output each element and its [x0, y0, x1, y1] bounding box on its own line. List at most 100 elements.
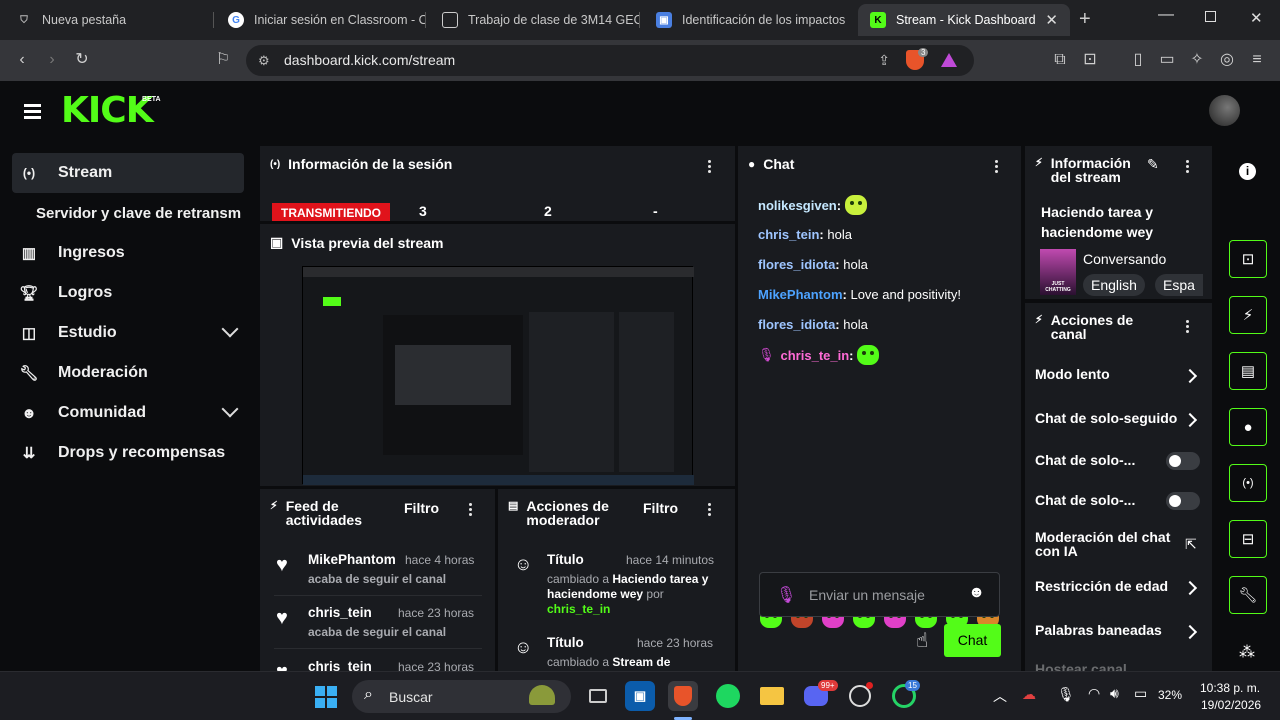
- close-window-icon[interactable]: ✕: [1250, 9, 1263, 27]
- brave-rewards-icon[interactable]: [941, 53, 957, 67]
- emoji-picker-icon[interactable]: ☻: [968, 584, 985, 602]
- address-bar[interactable]: ⚙ dashboard.kick.com/stream ⇪: [246, 45, 974, 76]
- chevron-up-icon[interactable]: ︿: [993, 686, 1007, 706]
- forward-icon[interactable]: ›: [42, 50, 62, 70]
- action-followers-only[interactable]: Chat de solo-seguido: [1035, 410, 1205, 430]
- taskbar-search[interactable]: ⌕ Buscar: [352, 680, 571, 713]
- battery-icon[interactable]: ▭: [1134, 685, 1147, 702]
- site-info-icon[interactable]: ⚙: [258, 45, 270, 76]
- task-view-icon[interactable]: [583, 681, 613, 711]
- notes-icon[interactable]: ▤: [1229, 352, 1267, 390]
- close-tab-icon[interactable]: ✕: [1045, 11, 1058, 29]
- sidebar-item-server-key[interactable]: Servidor y clave de retransm: [36, 193, 258, 233]
- broadcast-icon[interactable]: (•): [1229, 464, 1267, 502]
- more-options-icon[interactable]: [1186, 160, 1190, 174]
- chat-username[interactable]: nolikesgiven: [758, 198, 837, 213]
- reload-icon[interactable]: ↻: [72, 50, 92, 70]
- action-ai-moderation[interactable]: Moderación del chat con IA ⇱: [1035, 530, 1205, 562]
- chevron-down-icon[interactable]: [221, 400, 239, 418]
- wifi-icon[interactable]: ◠: [1088, 685, 1100, 702]
- more-options-icon[interactable]: [708, 160, 712, 174]
- more-options-icon[interactable]: [708, 503, 712, 517]
- sidebar-item-logros[interactable]: 🏆︎ Logros: [12, 273, 244, 313]
- action-banned-words[interactable]: Palabras baneadas: [1035, 622, 1205, 642]
- follower-name[interactable]: chris_tein: [308, 605, 372, 620]
- menu-icon[interactable]: ≡: [1247, 50, 1267, 70]
- moderator-name[interactable]: chris_te_in: [547, 602, 610, 616]
- sidebar-item-drops[interactable]: ⇊ Drops y recompensas: [12, 433, 244, 473]
- new-tab-icon[interactable]: +: [1079, 8, 1091, 31]
- chat-bubble-icon: ●: [748, 157, 756, 171]
- follower-name[interactable]: chris_tein: [308, 659, 372, 671]
- chat-username[interactable]: chris_te_in: [781, 348, 850, 363]
- clock-time[interactable]: 10:38 p. m.: [1200, 681, 1260, 695]
- tag-english[interactable]: English: [1083, 274, 1145, 296]
- app-icon[interactable]: ▣: [625, 681, 655, 711]
- clock-date[interactable]: 19/02/2026: [1201, 698, 1261, 712]
- tag-espanol[interactable]: Espa: [1155, 274, 1203, 296]
- minimize-icon[interactable]: —: [1158, 6, 1174, 24]
- kick-logo[interactable]: KICK: [61, 93, 154, 129]
- vpn-icon[interactable]: ◎: [1217, 50, 1237, 70]
- back-icon[interactable]: ‹: [12, 50, 32, 70]
- chat-bubble-icon[interactable]: ●: [1229, 408, 1267, 446]
- apps-icon[interactable]: ⁂: [1239, 642, 1255, 662]
- volume-icon[interactable]: 🔊︎: [1110, 685, 1119, 702]
- action-age-restriction[interactable]: Restricción de edad: [1035, 578, 1205, 598]
- chevron-down-icon[interactable]: [221, 320, 239, 338]
- tab-classroom-work[interactable]: Trabajo de clase de 3M14 GEO: [430, 4, 640, 36]
- antivirus-icon[interactable]: ☁: [1022, 686, 1036, 703]
- stream-preview-video[interactable]: [302, 266, 694, 485]
- sidebar-item-comunidad[interactable]: ☻ Comunidad: [12, 393, 244, 433]
- sidebar-item-ingresos[interactable]: ▥ Ingresos: [12, 233, 244, 273]
- hamburger-menu-icon[interactable]: [24, 104, 41, 119]
- tab-kick-dashboard[interactable]: K Stream - Kick Dashboard ✕: [858, 4, 1070, 36]
- maximize-icon[interactable]: [1205, 11, 1216, 22]
- bookmark-icon[interactable]: ⚐: [213, 50, 233, 70]
- filter-button[interactable]: Filtro: [404, 500, 439, 516]
- share-icon[interactable]: ⇪: [878, 45, 890, 76]
- chat-username[interactable]: MikePhantom: [758, 287, 843, 302]
- more-options-icon[interactable]: [469, 503, 473, 517]
- tab-new-tab[interactable]: ⛉ Nueva pestaña: [4, 4, 214, 36]
- sidebar-icon[interactable]: ▯: [1128, 50, 1148, 70]
- send-chat-button[interactable]: Chat: [944, 624, 1001, 657]
- chat-username[interactable]: chris_tein: [758, 227, 819, 242]
- follower-name[interactable]: MikePhantom: [308, 552, 396, 567]
- emotes-only-toggle[interactable]: [1166, 492, 1200, 510]
- tab-classroom-login[interactable]: G Iniciar sesión en Classroom - O: [216, 4, 426, 36]
- tab-identificacion[interactable]: ▣ Identificación de los impactos: [644, 4, 854, 36]
- chat-username[interactable]: flores_idiota: [758, 257, 835, 272]
- category-name[interactable]: Conversando: [1083, 251, 1166, 267]
- category-thumbnail[interactable]: JUST CHATTING: [1040, 249, 1076, 295]
- more-options-icon[interactable]: [1186, 320, 1190, 334]
- brave-browser-icon[interactable]: [668, 681, 698, 711]
- leo-ai-icon[interactable]: ✧: [1187, 50, 1207, 70]
- action-slow-mode[interactable]: Modo lento: [1035, 366, 1205, 386]
- layout-icon[interactable]: ⊟: [1229, 520, 1267, 558]
- lightning-icon[interactable]: ⚡︎: [1229, 296, 1267, 334]
- extensions-icon[interactable]: ⧉: [1050, 50, 1070, 70]
- sidebar-item-stream[interactable]: (•) Stream: [12, 153, 244, 193]
- edit-pencil-icon[interactable]: ✎: [1147, 156, 1159, 173]
- subs-only-toggle[interactable]: [1166, 452, 1200, 470]
- scan-icon[interactable]: ⊡: [1229, 240, 1267, 278]
- lightning-icon: ⚡︎: [270, 500, 278, 512]
- windows-start-icon[interactable]: [315, 686, 337, 708]
- filter-button[interactable]: Filtro: [643, 500, 678, 516]
- microphone-icon[interactable]: 🎙︎: [1057, 686, 1075, 703]
- screenshot-icon[interactable]: ⊡: [1080, 50, 1100, 70]
- user-avatar[interactable]: [1209, 95, 1240, 126]
- wallet-icon[interactable]: ▭: [1157, 50, 1177, 70]
- sidebar-item-moderacion[interactable]: 🔧︎ Moderación: [12, 353, 244, 393]
- wrench-icon[interactable]: 🔧︎: [1229, 576, 1267, 614]
- chat-input[interactable]: 🎙︎ Enviar un mensaje ☻: [759, 572, 1000, 617]
- microphone-icon[interactable]: 🎙︎: [776, 585, 796, 605]
- file-explorer-icon[interactable]: [757, 681, 787, 711]
- spotify-icon[interactable]: [713, 681, 743, 711]
- more-options-icon[interactable]: [995, 160, 999, 174]
- action-host-channel[interactable]: Hostear canal: [1035, 661, 1205, 671]
- sidebar-item-estudio[interactable]: ◫ Estudio: [12, 313, 244, 353]
- chat-username[interactable]: flores_idiota: [758, 317, 835, 332]
- info-icon[interactable]: i: [1239, 163, 1256, 180]
